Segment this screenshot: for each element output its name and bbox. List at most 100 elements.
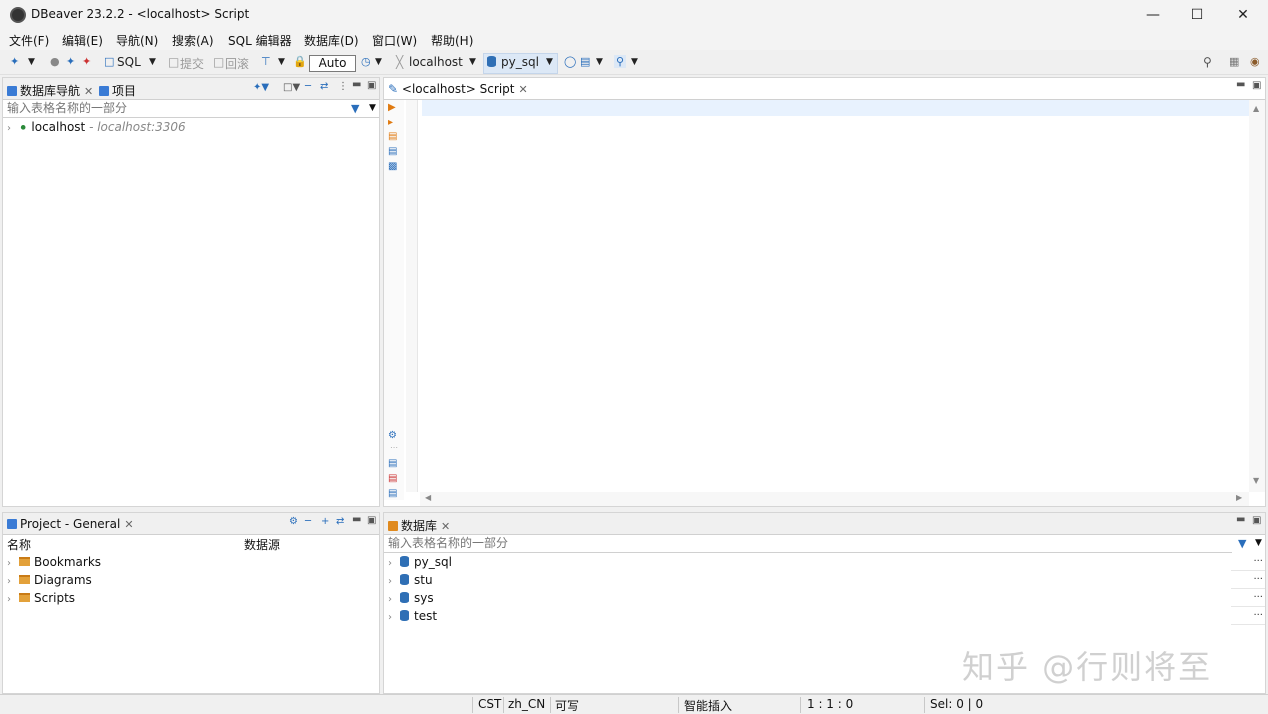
row-action-button[interactable]: ... — [1231, 589, 1265, 607]
project-item-diagrams[interactable]: › Diagrams — [7, 571, 92, 589]
database-item-sys[interactable]: › sys — [388, 589, 434, 607]
menu-database[interactable]: 数据库(D) — [304, 32, 359, 49]
tab-database-navigator[interactable]: 数据库导航 ✕ — [7, 82, 93, 99]
database-filter-icon[interactable]: ▼ — [1238, 537, 1246, 550]
menu-file[interactable]: 文件(F) — [9, 32, 49, 49]
open-perspective-icon[interactable]: ▦ — [1229, 55, 1239, 68]
format-sql-icon[interactable]: ▤ — [388, 488, 397, 499]
commit-button[interactable]: 提交 — [180, 55, 204, 72]
network-icon[interactable]: ▤ — [580, 55, 590, 68]
new-connection-small-icon[interactable]: ✦▼ — [253, 82, 269, 93]
tab-projects[interactable]: 项目 — [99, 82, 136, 99]
column-header-name[interactable]: 名称 — [7, 536, 31, 553]
project-settings-icon[interactable]: ⚙ — [289, 516, 298, 527]
project-item-bookmarks[interactable]: › Bookmarks — [7, 553, 101, 571]
view-menu-icon[interactable]: ⋮ — [338, 81, 348, 92]
scroll-left-icon[interactable]: ◀ — [425, 493, 431, 502]
connection-dropdown-icon[interactable]: ▼ — [469, 57, 476, 67]
link-editor-icon[interactable]: ⇄ — [320, 81, 328, 92]
project-minimize-icon[interactable]: ▬ — [352, 514, 361, 525]
navigator-filter-input[interactable]: 输入表格名称的一部分 — [3, 100, 379, 118]
rollback-button[interactable]: 回滚 — [225, 55, 249, 72]
database-filter-input[interactable]: 输入表格名称的一部分 — [384, 535, 1232, 553]
close-database-tab-icon[interactable]: ✕ — [441, 520, 450, 533]
new-connection-dropdown-icon[interactable]: ▼ — [28, 57, 35, 67]
close-project-tab-icon[interactable]: ✕ — [124, 518, 133, 531]
active-schema-selector[interactable]: py_sql — [501, 55, 539, 69]
project-maximize-icon[interactable]: ▣ — [367, 515, 376, 526]
delete-script-icon[interactable]: ▤ — [388, 473, 397, 484]
active-connection-selector[interactable]: localhost — [409, 55, 463, 69]
minimize-panel-icon[interactable]: ▬ — [352, 79, 361, 90]
new-connection-icon[interactable]: ✦ — [10, 55, 19, 68]
editor-maximize-icon[interactable]: ▣ — [1252, 80, 1261, 91]
expand-chevron-icon[interactable]: › — [388, 609, 400, 627]
connect-icon[interactable]: ● — [50, 55, 60, 68]
menu-sql-editor[interactable]: SQL 编辑器 — [228, 32, 292, 49]
row-action-button[interactable]: ... — [1231, 571, 1265, 589]
maximize-panel-icon[interactable]: ▣ — [367, 80, 376, 91]
dbeaver-perspective-icon[interactable]: ◉ — [1250, 55, 1260, 68]
transaction-mode-icon[interactable]: ⊤ — [261, 55, 271, 68]
status-insert-mode[interactable]: 智能插入 — [684, 697, 732, 714]
database-minimize-icon[interactable]: ▬ — [1236, 514, 1245, 525]
search-tool-dropdown-icon[interactable]: ▼ — [631, 57, 638, 67]
menu-help[interactable]: 帮助(H) — [431, 32, 473, 49]
scroll-down-icon[interactable]: ▼ — [1253, 476, 1259, 485]
execute-in-new-tab-icon[interactable]: ▸ — [388, 117, 393, 128]
project-collapse-icon[interactable]: ─ — [305, 516, 311, 527]
row-action-button[interactable]: ... — [1231, 607, 1265, 625]
execute-statement-icon[interactable]: ▶ — [388, 102, 396, 113]
scroll-up-icon[interactable]: ▲ — [1253, 104, 1259, 113]
lock-icon[interactable]: 🔒 — [293, 55, 307, 68]
history-dropdown-icon[interactable]: ▼ — [375, 57, 382, 67]
global-search-icon[interactable]: ⚲ — [1203, 55, 1212, 69]
vertical-scrollbar[interactable]: ▲ ▼ — [1249, 100, 1265, 492]
database-item-test[interactable]: › test — [388, 607, 437, 625]
editor-minimize-icon[interactable]: ▬ — [1236, 79, 1245, 90]
invalidate-icon[interactable]: ✦ — [66, 55, 75, 68]
row-action-button[interactable]: ... — [1231, 553, 1265, 571]
tab-localhost-script[interactable]: ✎ <localhost> Script ✕ — [388, 82, 528, 96]
menu-edit[interactable]: 编辑(E) — [62, 32, 103, 49]
database-filter-dropdown-icon[interactable]: ▼ — [1255, 538, 1262, 548]
horizontal-scrollbar[interactable]: ◀ ▶ — [420, 492, 1249, 506]
project-expand-icon[interactable]: + — [321, 516, 329, 527]
database-maximize-icon[interactable]: ▣ — [1252, 515, 1261, 526]
sql-dropdown-icon[interactable]: ▼ — [149, 57, 156, 67]
menu-window[interactable]: 窗口(W) — [372, 32, 417, 49]
explain-plan-icon[interactable]: ▤ — [388, 146, 397, 157]
close-window-button[interactable]: ✕ — [1220, 0, 1266, 30]
database-item-py-sql[interactable]: › py_sql — [388, 553, 452, 571]
scroll-right-icon[interactable]: ▶ — [1236, 493, 1242, 502]
project-item-scripts[interactable]: › Scripts — [7, 589, 75, 607]
maximize-button[interactable]: ☐ — [1174, 0, 1220, 30]
auto-commit-mode[interactable]: Auto — [309, 55, 356, 72]
project-link-icon[interactable]: ⇄ — [336, 516, 344, 527]
search-tool-icon[interactable]: ⚲ — [614, 55, 627, 68]
disconnect-icon[interactable]: ✦ — [82, 55, 91, 68]
transaction-dropdown-icon[interactable]: ▼ — [278, 57, 285, 67]
filter-icon[interactable]: ▼ — [351, 102, 359, 115]
filter-dropdown-icon[interactable]: ▼ — [369, 103, 376, 113]
database-item-stu[interactable]: › stu — [388, 571, 433, 589]
expand-chevron-icon[interactable]: › — [7, 120, 19, 138]
filter-config-icon[interactable]: □▼ — [283, 82, 300, 93]
menu-navigate[interactable]: 导航(N) — [116, 32, 158, 49]
new-script-icon[interactable]: ▤ — [388, 458, 397, 469]
close-script-tab-icon[interactable]: ✕ — [518, 83, 527, 96]
dashboard-icon[interactable]: ◯ — [564, 55, 576, 68]
close-navigator-tab-icon[interactable]: ✕ — [84, 85, 93, 98]
history-icon[interactable]: ◷ — [361, 55, 371, 68]
menu-search[interactable]: 搜索(A) — [172, 32, 214, 49]
editor-settings-icon[interactable]: ⚙ — [388, 430, 397, 441]
sql-button[interactable]: SQL — [117, 55, 141, 69]
sql-text-area[interactable] — [420, 100, 1249, 492]
tree-row-localhost[interactable]: › ⚫ localhost - localhost:3306 — [7, 118, 377, 136]
network-dropdown-icon[interactable]: ▼ — [596, 57, 603, 67]
terminal-icon[interactable]: ▩ — [388, 161, 397, 172]
execute-script-icon[interactable]: ▤ — [388, 131, 397, 142]
sql-editor-icon[interactable]: □ — [104, 55, 114, 68]
schema-dropdown-icon[interactable]: ▼ — [546, 57, 553, 67]
tab-project-general[interactable]: Project - General ✕ — [7, 517, 134, 531]
